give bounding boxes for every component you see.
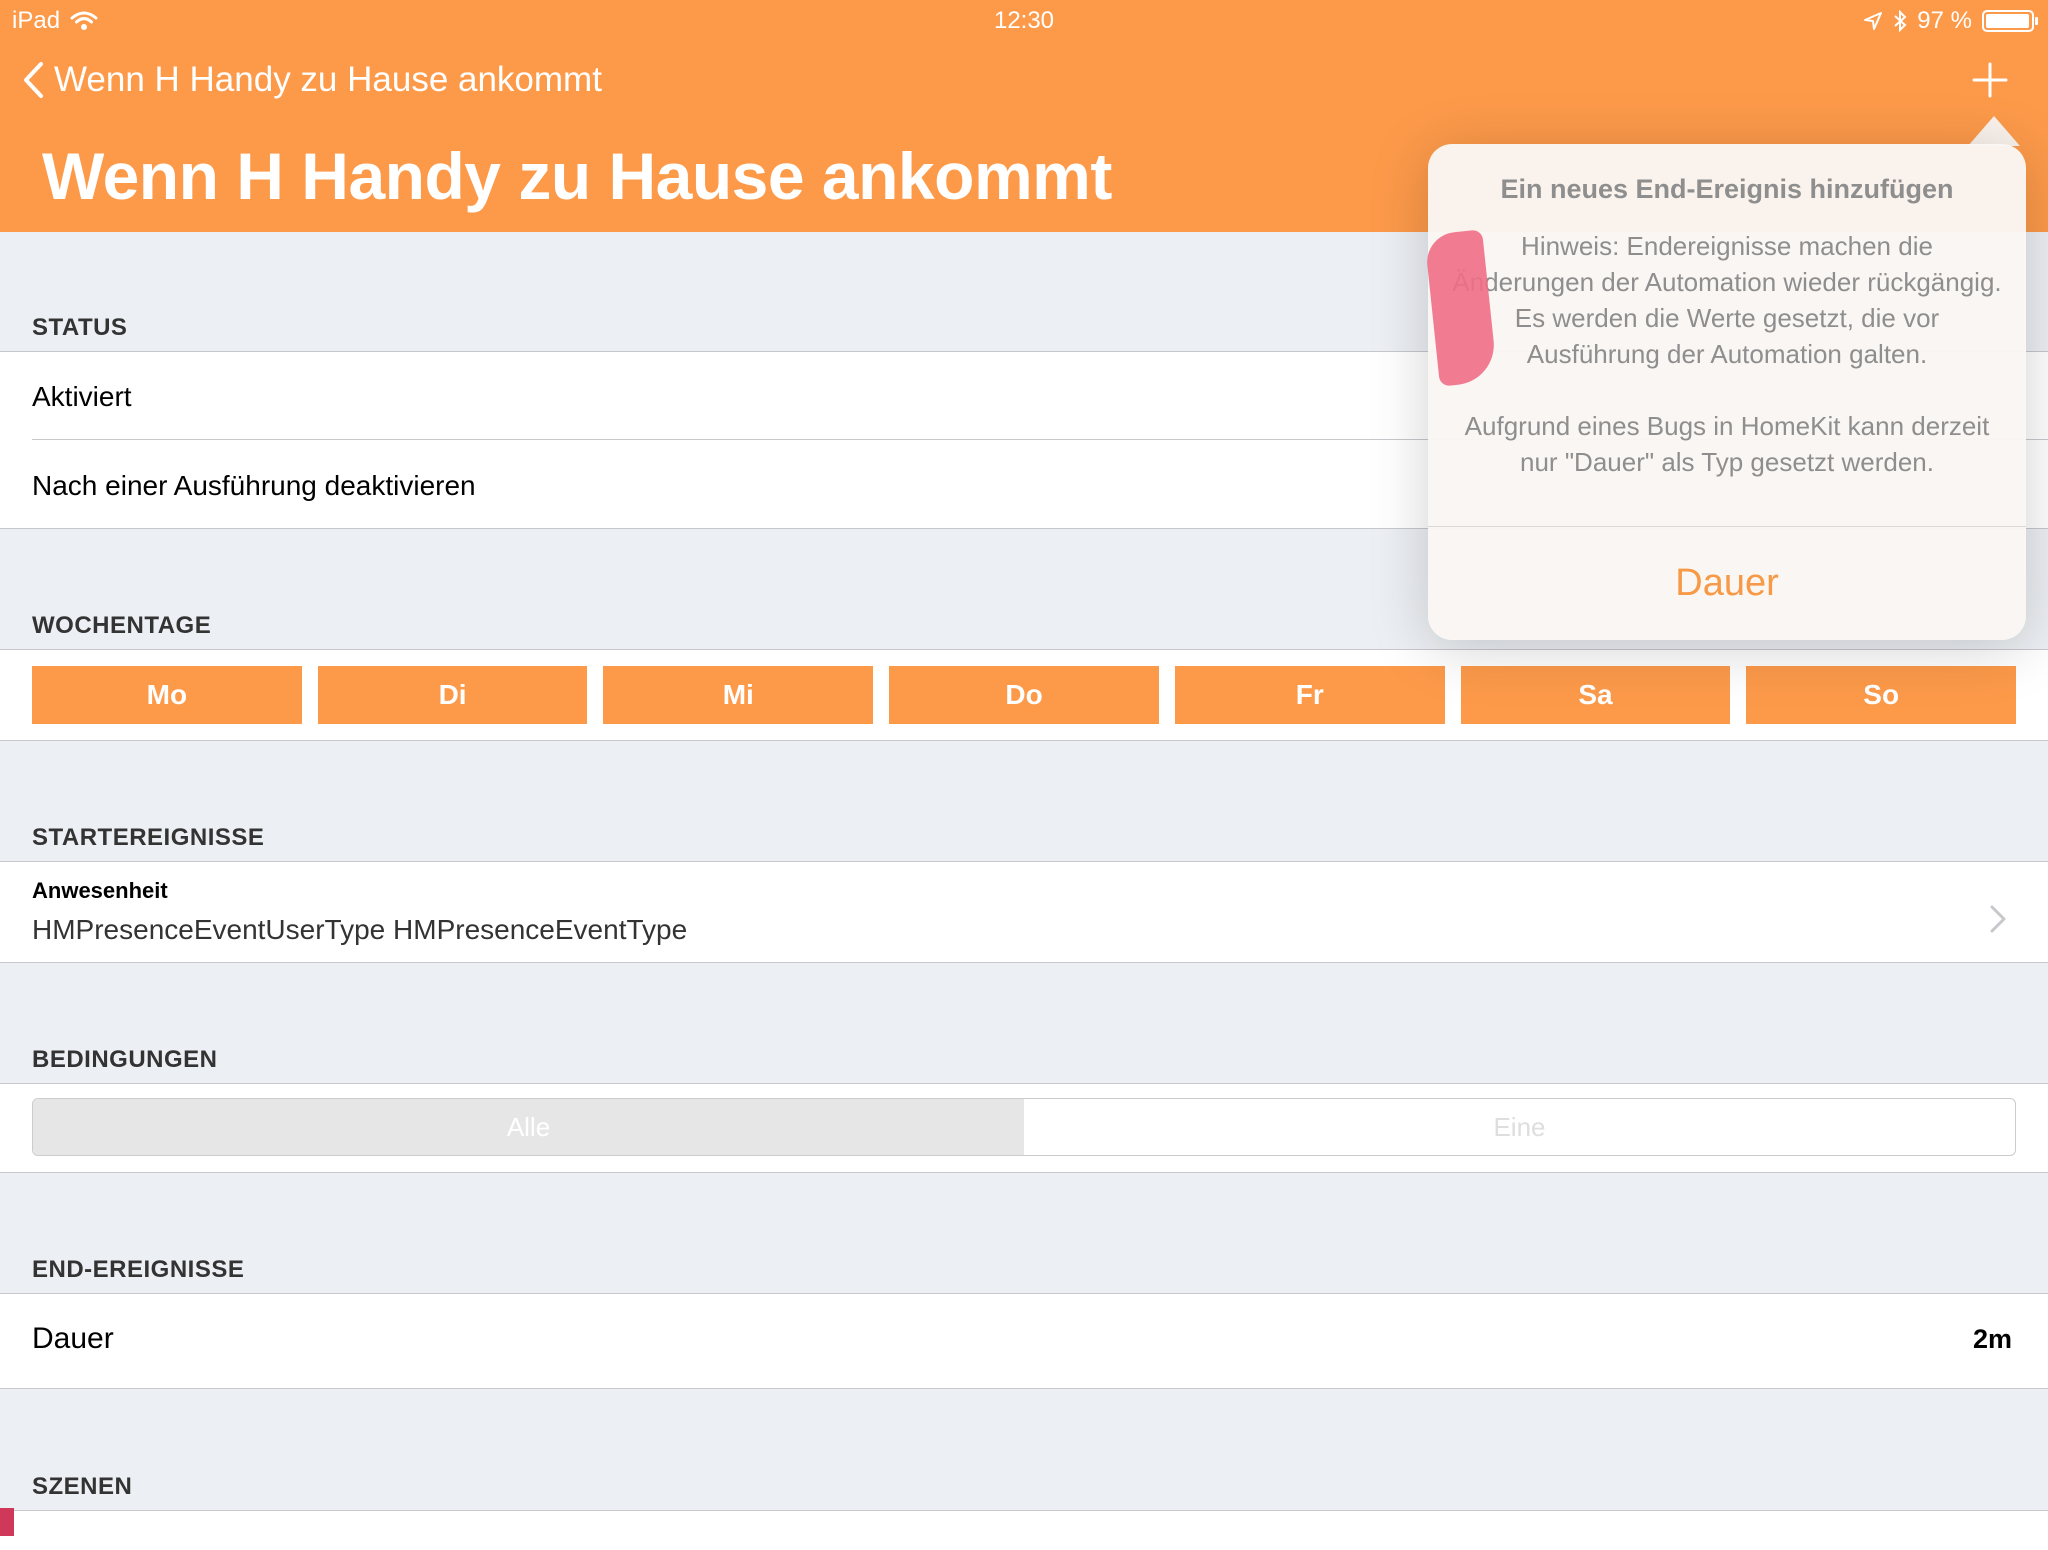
day-button-so[interactable]: So xyxy=(1746,666,2017,724)
section-header-status: STATUS xyxy=(32,314,128,341)
chevron-left-icon xyxy=(24,62,43,98)
segment-all[interactable]: Alle xyxy=(33,1099,1024,1155)
back-button[interactable]: Wenn H Handy zu Hause ankommt xyxy=(22,60,602,100)
popover-arrow xyxy=(1968,116,2020,146)
bluetooth-icon xyxy=(1894,10,1907,32)
edge-marker xyxy=(0,1508,14,1536)
back-button-label: Wenn H Handy zu Hause ankommt xyxy=(54,60,602,99)
day-button-fr[interactable]: Fr xyxy=(1174,666,1445,724)
day-button-sa[interactable]: Sa xyxy=(1460,666,1731,724)
conditions-segmented-control: Alle Eine xyxy=(32,1098,2016,1156)
section-header-conditions: BEDINGUNGEN xyxy=(32,1046,218,1073)
battery-percent: 97 % xyxy=(1917,7,1972,34)
section-header-end-events: END-EREIGNISSE xyxy=(32,1256,245,1283)
chevron-right-icon xyxy=(1990,905,2006,933)
popover-note: Hinweis: Endereignisse machen die Änderu… xyxy=(1448,228,2006,480)
scenes-group xyxy=(0,1510,2048,1550)
status-time: 12:30 xyxy=(993,7,1055,34)
popover-note-bug: Aufgrund eines Bugs in HomeKit kann derz… xyxy=(1464,411,1990,477)
popover-note-hint: Hinweis: Endereignisse machen die Änderu… xyxy=(1452,231,2002,369)
location-icon xyxy=(1864,12,1883,30)
start-event-title: Anwesenheit xyxy=(32,878,168,903)
day-button-do[interactable]: Do xyxy=(889,666,1159,724)
section-header-weekdays: WOCHENTAGE xyxy=(32,612,212,639)
add-end-event-popover: Ein neues End-Ereignis hinzufügen Hinwei… xyxy=(1428,144,2026,640)
section-header-scenes: SZENEN xyxy=(32,1473,133,1500)
duration-option-button[interactable]: Dauer xyxy=(1428,527,2026,640)
day-button-mo[interactable]: Mo xyxy=(32,666,302,724)
weekdays-group: Mo Di Mi Do Fr Sa So xyxy=(0,649,2048,741)
conditions-group: Alle Eine xyxy=(0,1083,2048,1173)
row-label: Nach einer Ausführung deaktivieren xyxy=(32,470,476,501)
end-event-label: Dauer xyxy=(32,1322,114,1355)
segment-one[interactable]: Eine xyxy=(1024,1099,2015,1155)
start-event-row-presence[interactable]: Anwesenheit HMPresenceEventUserType HMPr… xyxy=(0,862,2048,962)
day-button-mi[interactable]: Mi xyxy=(603,666,874,724)
start-events-group: Anwesenheit HMPresenceEventUserType HMPr… xyxy=(0,861,2048,963)
row-label: Aktiviert xyxy=(32,381,132,412)
status-bar: iPad 12:30 97 % xyxy=(0,0,2048,40)
end-events-group: Dauer 2m xyxy=(0,1293,2048,1389)
add-icon[interactable] xyxy=(1972,62,2008,98)
end-event-value: 2m xyxy=(1972,1324,2012,1354)
battery-icon xyxy=(1982,10,2038,32)
popover-title: Ein neues End-Ereignis hinzufügen xyxy=(1500,174,1954,204)
page-title: Wenn H Handy zu Hause ankommt xyxy=(42,139,1112,213)
start-event-subtitle: HMPresenceEventUserType HMPresenceEventT… xyxy=(32,914,688,945)
section-header-start-events: STARTEREIGNISSE xyxy=(32,824,265,851)
end-event-row-duration[interactable]: Dauer 2m xyxy=(0,1294,2048,1388)
day-button-di[interactable]: Di xyxy=(317,666,588,724)
